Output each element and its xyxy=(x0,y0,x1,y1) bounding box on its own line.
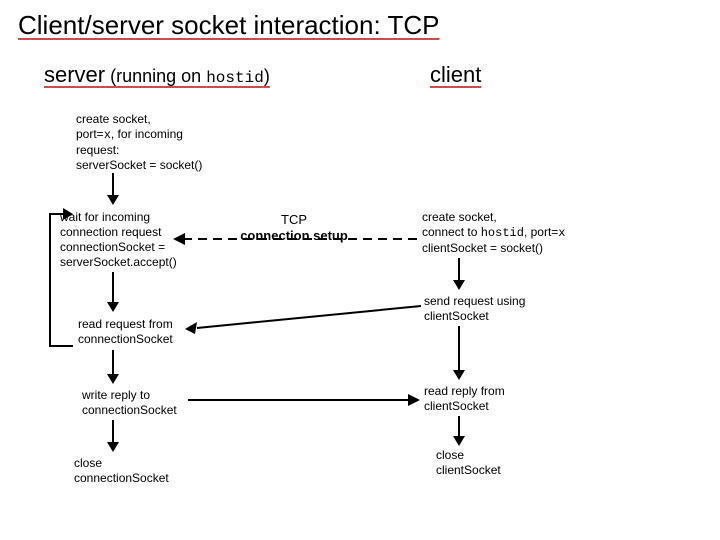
server-hostid: hostid xyxy=(206,69,264,87)
text-line: serverSocket = socket() xyxy=(76,158,202,173)
t: port= xyxy=(76,127,104,141)
text-line: connectionSocket xyxy=(82,403,177,418)
text-line: connectionSocket xyxy=(74,471,169,486)
text-line: clientSocket xyxy=(424,399,505,414)
text-line: port=x, for incoming xyxy=(76,127,202,143)
server-step-read-request: read request from connectionSocket xyxy=(78,317,173,347)
text-line: close xyxy=(74,456,169,471)
client-step-close: close clientSocket xyxy=(436,448,501,478)
server-paren-close: ) xyxy=(264,66,270,86)
server-word: server xyxy=(44,62,105,87)
server-heading: server (running on hostid) xyxy=(44,62,270,88)
text-line: request: xyxy=(76,143,202,158)
arrow-down-icon xyxy=(106,350,120,384)
t: x xyxy=(104,128,111,142)
arrow-down-icon xyxy=(106,173,120,205)
text-line: write reply to xyxy=(82,388,177,403)
t: x xyxy=(558,226,565,240)
t: , port= xyxy=(524,225,558,239)
arrow-right-icon xyxy=(188,394,420,408)
client-step-create-socket: create socket, connect to hostid, port=x… xyxy=(422,210,566,256)
slide-title: Client/server socket interaction: TCP xyxy=(18,10,439,41)
client-step-read-reply: read reply from clientSocket xyxy=(424,384,505,414)
arrow-down-icon xyxy=(452,416,466,446)
server-step-create-socket: create socket, port=x, for incoming requ… xyxy=(76,112,202,173)
arrow-down-icon xyxy=(106,420,120,452)
server-step-close: close connectionSocket xyxy=(74,456,169,486)
client-heading: client xyxy=(430,62,481,88)
server-step-write-reply: write reply to connectionSocket xyxy=(82,388,177,418)
text-line: clientSocket xyxy=(436,463,501,478)
text-line: connectionSocket xyxy=(78,332,173,347)
arrow-down-icon xyxy=(452,326,466,380)
t: connect to xyxy=(422,225,481,239)
text-line: read request from xyxy=(78,317,173,332)
server-paren-open: (running on xyxy=(105,66,206,86)
arrow-down-icon xyxy=(452,258,466,290)
arrow-down-icon xyxy=(106,272,120,312)
text-line: clientSocket xyxy=(424,309,525,324)
client-step-send-request: send request using clientSocket xyxy=(424,294,525,324)
text-line: create socket, xyxy=(422,210,566,225)
arrow-left-icon xyxy=(183,298,421,338)
text-line: clientSocket = socket() xyxy=(422,241,566,256)
text-line: close xyxy=(436,448,501,463)
text-line: TCP xyxy=(234,212,354,228)
tcp-setup-label: TCP connection setup xyxy=(234,212,354,243)
text-line: connection setup xyxy=(234,228,354,244)
text-line: create socket, xyxy=(76,112,202,127)
loop-back-arrow-icon xyxy=(40,206,80,352)
text-line: send request using xyxy=(424,294,525,309)
text-line: connect to hostid, port=x xyxy=(422,225,566,241)
text-line: read reply from xyxy=(424,384,505,399)
t: , for incoming xyxy=(111,127,183,141)
t: hostid xyxy=(481,226,524,240)
